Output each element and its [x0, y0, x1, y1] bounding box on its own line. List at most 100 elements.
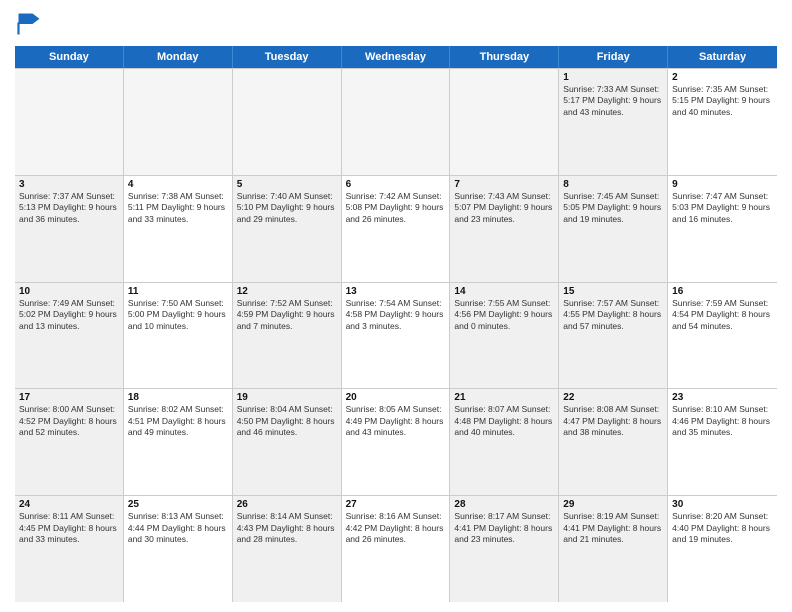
day-number: 13 — [346, 286, 446, 297]
day-number: 19 — [237, 392, 337, 403]
day-number: 22 — [563, 392, 663, 403]
calendar-row-4: 17Sunrise: 8:00 AM Sunset: 4:52 PM Dayli… — [15, 388, 777, 495]
day-number: 9 — [672, 179, 773, 190]
day-info: Sunrise: 8:17 AM Sunset: 4:41 PM Dayligh… — [454, 511, 554, 545]
calendar-cell-29: 29Sunrise: 8:19 AM Sunset: 4:41 PM Dayli… — [559, 496, 668, 602]
day-info: Sunrise: 7:37 AM Sunset: 5:13 PM Dayligh… — [19, 191, 119, 225]
calendar-cell-15: 15Sunrise: 7:57 AM Sunset: 4:55 PM Dayli… — [559, 283, 668, 389]
day-number: 30 — [672, 499, 773, 510]
day-number: 26 — [237, 499, 337, 510]
calendar-cell-22: 22Sunrise: 8:08 AM Sunset: 4:47 PM Dayli… — [559, 389, 668, 495]
day-info: Sunrise: 8:05 AM Sunset: 4:49 PM Dayligh… — [346, 404, 446, 438]
day-number: 16 — [672, 286, 773, 297]
calendar-cell-4: 4Sunrise: 7:38 AM Sunset: 5:11 PM Daylig… — [124, 176, 233, 282]
day-info: Sunrise: 7:42 AM Sunset: 5:08 PM Dayligh… — [346, 191, 446, 225]
calendar-row-5: 24Sunrise: 8:11 AM Sunset: 4:45 PM Dayli… — [15, 495, 777, 602]
calendar: SundayMondayTuesdayWednesdayThursdayFrid… — [15, 46, 777, 602]
day-number: 3 — [19, 179, 119, 190]
calendar-cell-9: 9Sunrise: 7:47 AM Sunset: 5:03 PM Daylig… — [668, 176, 777, 282]
header-cell-sunday: Sunday — [15, 46, 124, 68]
calendar-cell-10: 10Sunrise: 7:49 AM Sunset: 5:02 PM Dayli… — [15, 283, 124, 389]
header-cell-tuesday: Tuesday — [233, 46, 342, 68]
calendar-cell-27: 27Sunrise: 8:16 AM Sunset: 4:42 PM Dayli… — [342, 496, 451, 602]
calendar-cell-12: 12Sunrise: 7:52 AM Sunset: 4:59 PM Dayli… — [233, 283, 342, 389]
day-number: 12 — [237, 286, 337, 297]
calendar-cell-18: 18Sunrise: 8:02 AM Sunset: 4:51 PM Dayli… — [124, 389, 233, 495]
calendar-cell-19: 19Sunrise: 8:04 AM Sunset: 4:50 PM Dayli… — [233, 389, 342, 495]
day-info: Sunrise: 7:38 AM Sunset: 5:11 PM Dayligh… — [128, 191, 228, 225]
calendar-cell-14: 14Sunrise: 7:55 AM Sunset: 4:56 PM Dayli… — [450, 283, 559, 389]
day-info: Sunrise: 8:02 AM Sunset: 4:51 PM Dayligh… — [128, 404, 228, 438]
calendar-cell-5: 5Sunrise: 7:40 AM Sunset: 5:10 PM Daylig… — [233, 176, 342, 282]
day-number: 2 — [672, 72, 773, 83]
calendar-cell-11: 11Sunrise: 7:50 AM Sunset: 5:00 PM Dayli… — [124, 283, 233, 389]
calendar-cell-empty-0-4 — [450, 69, 559, 175]
day-info: Sunrise: 7:47 AM Sunset: 5:03 PM Dayligh… — [672, 191, 773, 225]
day-info: Sunrise: 7:49 AM Sunset: 5:02 PM Dayligh… — [19, 298, 119, 332]
day-info: Sunrise: 8:11 AM Sunset: 4:45 PM Dayligh… — [19, 511, 119, 545]
calendar-cell-30: 30Sunrise: 8:20 AM Sunset: 4:40 PM Dayli… — [668, 496, 777, 602]
day-number: 8 — [563, 179, 663, 190]
day-number: 18 — [128, 392, 228, 403]
day-info: Sunrise: 7:40 AM Sunset: 5:10 PM Dayligh… — [237, 191, 337, 225]
header-cell-monday: Monday — [124, 46, 233, 68]
logo-icon — [15, 10, 43, 38]
day-number: 21 — [454, 392, 554, 403]
day-info: Sunrise: 7:54 AM Sunset: 4:58 PM Dayligh… — [346, 298, 446, 332]
calendar-cell-empty-0-0 — [15, 69, 124, 175]
header — [15, 10, 777, 38]
calendar-cell-28: 28Sunrise: 8:17 AM Sunset: 4:41 PM Dayli… — [450, 496, 559, 602]
day-info: Sunrise: 7:33 AM Sunset: 5:17 PM Dayligh… — [563, 84, 663, 118]
day-number: 28 — [454, 499, 554, 510]
header-cell-thursday: Thursday — [450, 46, 559, 68]
header-cell-friday: Friday — [559, 46, 668, 68]
day-number: 6 — [346, 179, 446, 190]
day-info: Sunrise: 8:19 AM Sunset: 4:41 PM Dayligh… — [563, 511, 663, 545]
calendar-cell-17: 17Sunrise: 8:00 AM Sunset: 4:52 PM Dayli… — [15, 389, 124, 495]
day-number: 20 — [346, 392, 446, 403]
day-number: 24 — [19, 499, 119, 510]
calendar-cell-24: 24Sunrise: 8:11 AM Sunset: 4:45 PM Dayli… — [15, 496, 124, 602]
day-number: 17 — [19, 392, 119, 403]
day-info: Sunrise: 8:14 AM Sunset: 4:43 PM Dayligh… — [237, 511, 337, 545]
day-number: 25 — [128, 499, 228, 510]
calendar-cell-21: 21Sunrise: 8:07 AM Sunset: 4:48 PM Dayli… — [450, 389, 559, 495]
day-info: Sunrise: 8:10 AM Sunset: 4:46 PM Dayligh… — [672, 404, 773, 438]
calendar-row-3: 10Sunrise: 7:49 AM Sunset: 5:02 PM Dayli… — [15, 282, 777, 389]
day-number: 4 — [128, 179, 228, 190]
day-number: 14 — [454, 286, 554, 297]
day-info: Sunrise: 8:07 AM Sunset: 4:48 PM Dayligh… — [454, 404, 554, 438]
calendar-cell-23: 23Sunrise: 8:10 AM Sunset: 4:46 PM Dayli… — [668, 389, 777, 495]
calendar-cell-25: 25Sunrise: 8:13 AM Sunset: 4:44 PM Dayli… — [124, 496, 233, 602]
calendar-cell-20: 20Sunrise: 8:05 AM Sunset: 4:49 PM Dayli… — [342, 389, 451, 495]
day-info: Sunrise: 7:55 AM Sunset: 4:56 PM Dayligh… — [454, 298, 554, 332]
day-info: Sunrise: 7:57 AM Sunset: 4:55 PM Dayligh… — [563, 298, 663, 332]
day-number: 11 — [128, 286, 228, 297]
day-info: Sunrise: 8:04 AM Sunset: 4:50 PM Dayligh… — [237, 404, 337, 438]
day-info: Sunrise: 7:59 AM Sunset: 4:54 PM Dayligh… — [672, 298, 773, 332]
calendar-header: SundayMondayTuesdayWednesdayThursdayFrid… — [15, 46, 777, 68]
day-info: Sunrise: 7:43 AM Sunset: 5:07 PM Dayligh… — [454, 191, 554, 225]
calendar-cell-26: 26Sunrise: 8:14 AM Sunset: 4:43 PM Dayli… — [233, 496, 342, 602]
day-info: Sunrise: 8:13 AM Sunset: 4:44 PM Dayligh… — [128, 511, 228, 545]
logo — [15, 10, 47, 38]
day-info: Sunrise: 8:08 AM Sunset: 4:47 PM Dayligh… — [563, 404, 663, 438]
calendar-body: 1Sunrise: 7:33 AM Sunset: 5:17 PM Daylig… — [15, 68, 777, 602]
day-info: Sunrise: 8:16 AM Sunset: 4:42 PM Dayligh… — [346, 511, 446, 545]
day-number: 10 — [19, 286, 119, 297]
calendar-cell-6: 6Sunrise: 7:42 AM Sunset: 5:08 PM Daylig… — [342, 176, 451, 282]
day-number: 15 — [563, 286, 663, 297]
header-cell-wednesday: Wednesday — [342, 46, 451, 68]
day-number: 29 — [563, 499, 663, 510]
calendar-cell-empty-0-2 — [233, 69, 342, 175]
day-info: Sunrise: 7:35 AM Sunset: 5:15 PM Dayligh… — [672, 84, 773, 118]
day-info: Sunrise: 7:52 AM Sunset: 4:59 PM Dayligh… — [237, 298, 337, 332]
day-info: Sunrise: 8:20 AM Sunset: 4:40 PM Dayligh… — [672, 511, 773, 545]
calendar-cell-13: 13Sunrise: 7:54 AM Sunset: 4:58 PM Dayli… — [342, 283, 451, 389]
day-number: 1 — [563, 72, 663, 83]
calendar-cell-empty-0-3 — [342, 69, 451, 175]
day-number: 5 — [237, 179, 337, 190]
header-cell-saturday: Saturday — [668, 46, 777, 68]
day-number: 23 — [672, 392, 773, 403]
calendar-cell-empty-0-1 — [124, 69, 233, 175]
